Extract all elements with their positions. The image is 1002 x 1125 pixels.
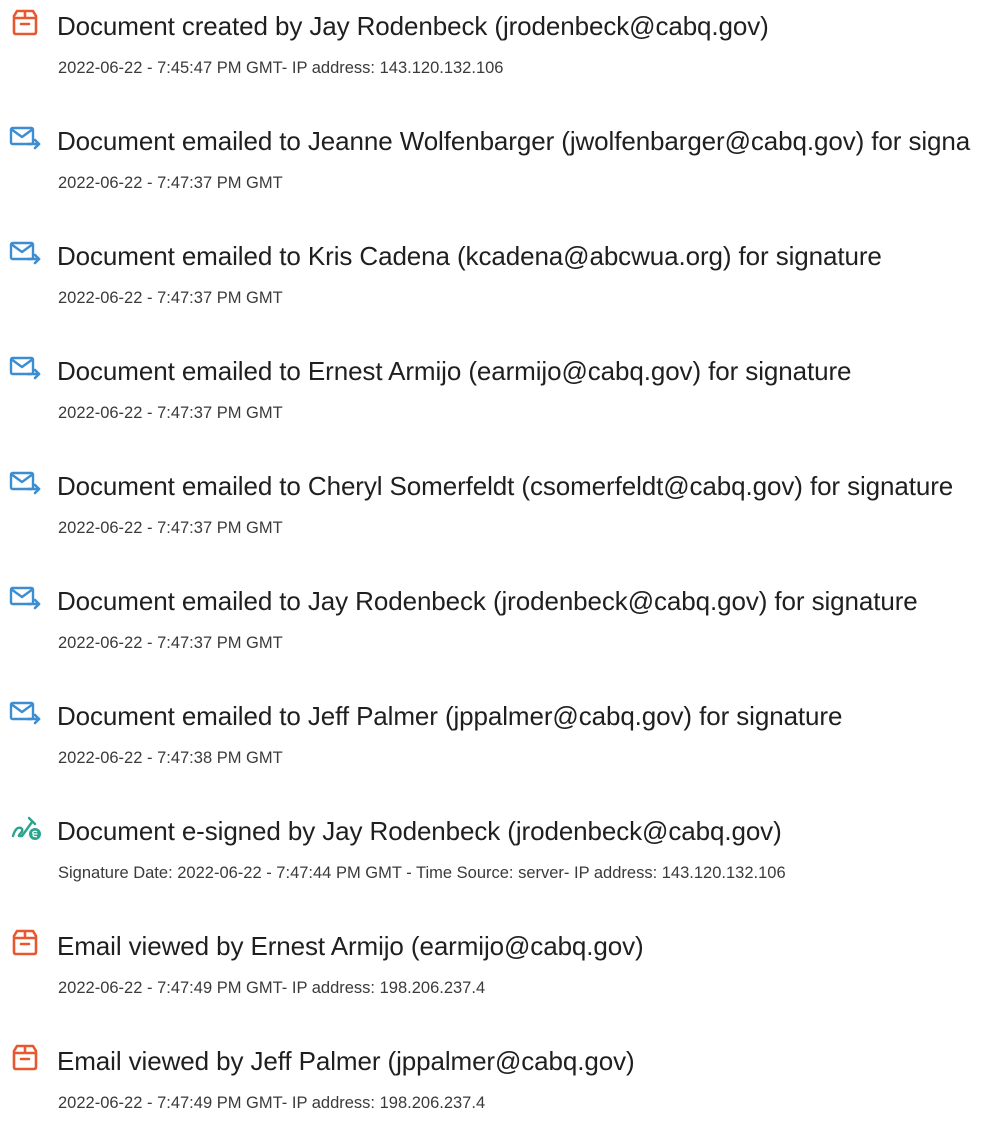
history-event: Document emailed to Jay Rodenbeck (jrode… <box>0 575 1002 665</box>
document-created-icon <box>8 7 42 37</box>
event-title: Email viewed by Jeff Palmer (jppalmer@ca… <box>57 1046 635 1076</box>
event-detail: 2022-06-22 - 7:47:49 PM GMT- IP address:… <box>58 1094 486 1112</box>
event-title: Document emailed to Cheryl Somerfeldt (c… <box>57 471 954 501</box>
event-detail: 2022-06-22 - 7:47:37 PM GMT <box>58 634 283 652</box>
event-title: Document emailed to Ernest Armijo (earmi… <box>57 356 852 386</box>
event-title: Document created by Jay Rodenbeck (jrode… <box>57 11 769 41</box>
email-sent-icon <box>8 582 42 612</box>
event-detail: 2022-06-22 - 7:45:47 PM GMT- IP address:… <box>58 59 504 77</box>
email-viewed-icon <box>8 927 42 957</box>
history-event: Document emailed to Jeanne Wolfenbarger … <box>0 115 1002 205</box>
email-sent-icon <box>8 352 42 382</box>
event-title: Email viewed by Ernest Armijo (earmijo@c… <box>57 931 644 961</box>
event-title: Document emailed to Jay Rodenbeck (jrode… <box>57 586 918 616</box>
audit-history-list: Document created by Jay Rodenbeck (jrode… <box>0 0 1002 1112</box>
email-sent-icon <box>8 697 42 727</box>
event-detail: 2022-06-22 - 7:47:37 PM GMT <box>58 289 283 307</box>
event-detail: 2022-06-22 - 7:47:38 PM GMT <box>58 749 283 767</box>
email-sent-icon <box>8 122 42 152</box>
event-detail: 2022-06-22 - 7:47:37 PM GMT <box>58 174 283 192</box>
event-title: Document emailed to Jeff Palmer (jppalme… <box>57 701 843 731</box>
history-event: Document emailed to Ernest Armijo (earmi… <box>0 345 1002 435</box>
history-event: Email viewed by Jeff Palmer (jppalmer@ca… <box>0 1035 1002 1125</box>
event-title: Document e-signed by Jay Rodenbeck (jrod… <box>57 816 782 846</box>
e-signed-icon <box>8 812 42 842</box>
history-event: Email viewed by Ernest Armijo (earmijo@c… <box>0 920 1002 1010</box>
history-event: Document created by Jay Rodenbeck (jrode… <box>0 0 1002 90</box>
history-event: Document emailed to Cheryl Somerfeldt (c… <box>0 460 1002 550</box>
event-detail: Signature Date: 2022-06-22 - 7:47:44 PM … <box>58 864 786 882</box>
email-sent-icon <box>8 237 42 267</box>
event-detail: 2022-06-22 - 7:47:37 PM GMT <box>58 519 283 537</box>
history-event: Document e-signed by Jay Rodenbeck (jrod… <box>0 805 1002 895</box>
event-title: Document emailed to Kris Cadena (kcadena… <box>57 241 882 271</box>
event-detail: 2022-06-22 - 7:47:37 PM GMT <box>58 404 283 422</box>
history-event: Document emailed to Jeff Palmer (jppalme… <box>0 690 1002 780</box>
email-sent-icon <box>8 467 42 497</box>
email-viewed-icon <box>8 1042 42 1072</box>
history-event: Document emailed to Kris Cadena (kcadena… <box>0 230 1002 320</box>
event-detail: 2022-06-22 - 7:47:49 PM GMT- IP address:… <box>58 979 486 997</box>
event-title: Document emailed to Jeanne Wolfenbarger … <box>57 126 971 156</box>
